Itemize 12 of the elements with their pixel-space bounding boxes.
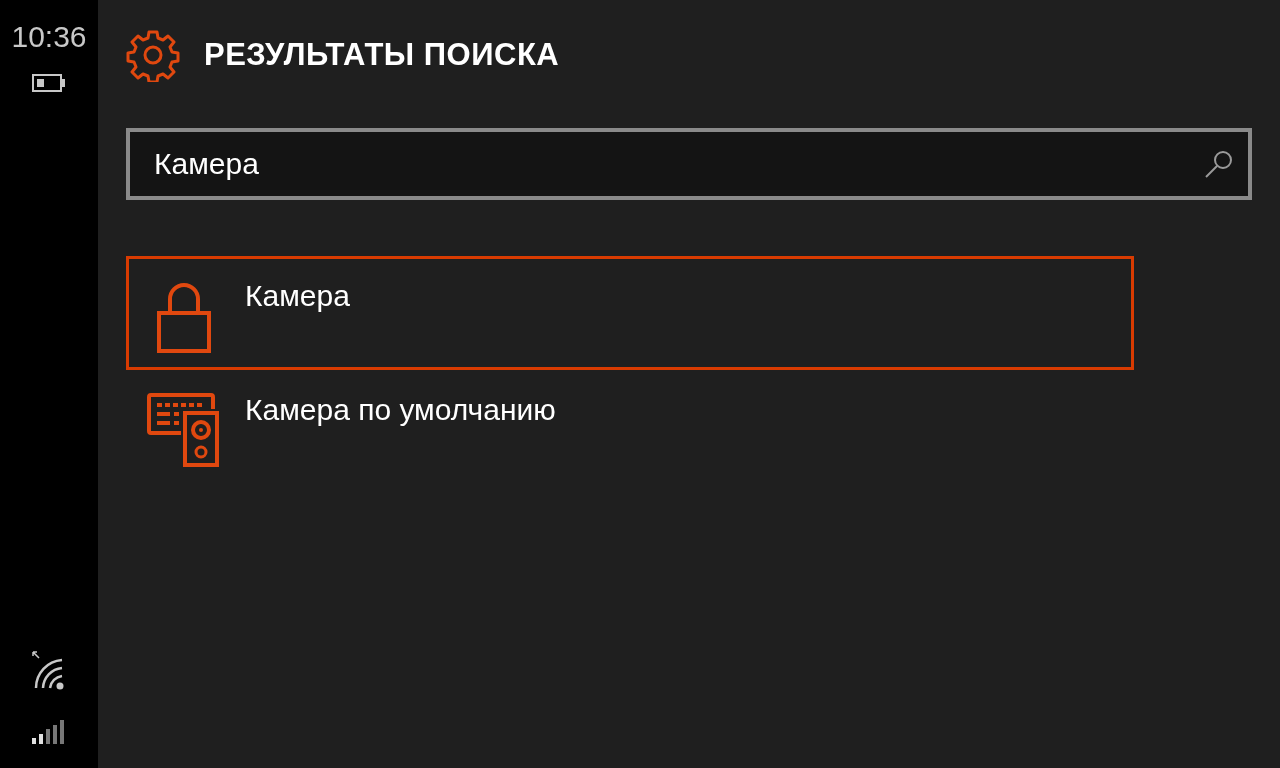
result-label: Камера по умолчанию (245, 395, 556, 425)
gear-icon (126, 28, 180, 82)
search-field[interactable]: Камера (126, 128, 1252, 200)
keyboard-speaker-icon (147, 393, 221, 467)
battery-icon (32, 74, 66, 92)
clock-time: 10:36 (11, 22, 87, 52)
page-title: РЕЗУЛЬТАТЫ ПОИСКА (204, 35, 560, 74)
result-label: Камера (245, 281, 350, 311)
signal-icon (32, 720, 66, 744)
search-result[interactable]: Камера по умолчанию (126, 376, 1134, 476)
search-icon[interactable] (1204, 149, 1234, 179)
search-result[interactable]: Камера (126, 256, 1134, 370)
